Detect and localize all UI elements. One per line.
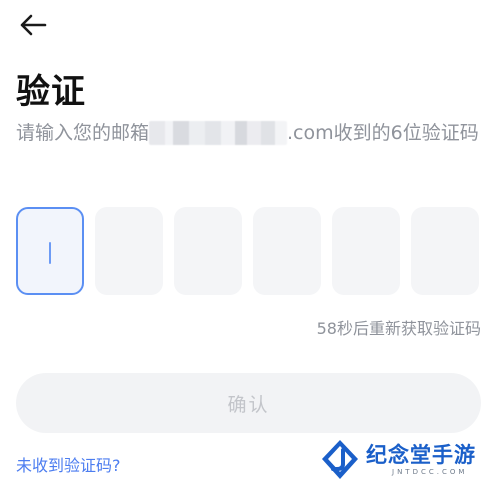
code-box-5[interactable] — [332, 207, 400, 295]
watermark-logo-icon — [320, 439, 360, 481]
watermark: 纪念堂手游 JNTDCC.COM — [320, 437, 498, 483]
description-suffix: .com收到的6位验证码 — [287, 122, 479, 144]
arrow-left-icon — [19, 13, 47, 37]
back-button[interactable] — [18, 10, 48, 40]
code-box-3[interactable] — [174, 207, 242, 295]
not-received-link[interactable]: 未收到验证码? — [16, 455, 121, 477]
verification-code-input[interactable] — [16, 207, 479, 295]
watermark-text: 纪念堂手游 — [366, 442, 476, 467]
text-caret — [49, 242, 51, 264]
code-box-1[interactable] — [16, 207, 84, 295]
code-box-2[interactable] — [95, 207, 163, 295]
watermark-subtext: JNTDCC.COM — [392, 467, 468, 476]
confirm-button[interactable]: 确认 — [16, 373, 481, 433]
code-box-4[interactable] — [253, 207, 321, 295]
verification-description: 请输入您的邮箱 .com收到的6位验证码 — [16, 119, 486, 147]
page-title: 验证 — [16, 72, 86, 112]
code-box-6[interactable] — [411, 207, 479, 295]
description-prefix: 请输入您的邮箱 — [16, 122, 150, 144]
masked-email — [149, 121, 288, 145]
resend-countdown: 58秒后重新获取验证码 — [316, 319, 481, 338]
